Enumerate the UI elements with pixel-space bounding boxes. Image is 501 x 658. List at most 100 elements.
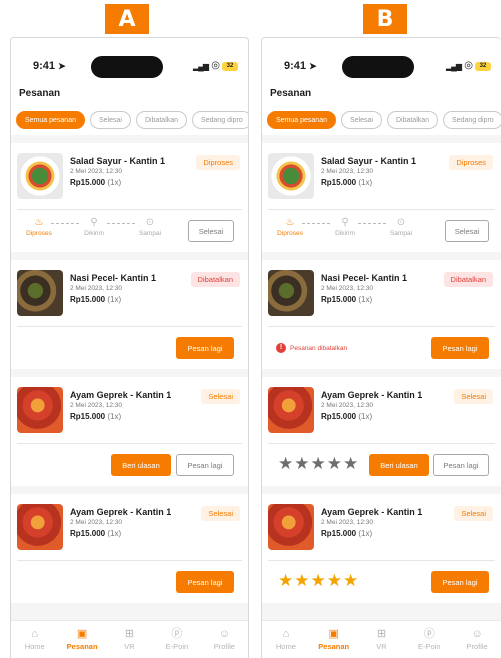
order-price: Rp15.000 (1x) — [70, 295, 122, 304]
nav-vr[interactable]: ⊞ VR — [358, 621, 406, 658]
status-badge: Dibatalkan — [443, 272, 493, 287]
order-card-salad[interactable]: Salad Sayur - Kantin 1 2 Mei 2023, 12:30… — [11, 143, 248, 252]
tab-dibatalkan[interactable]: Dibatalkan — [386, 111, 439, 129]
star-icon[interactable]: ★ — [343, 454, 358, 474]
order-price: Rp15.000 (1x) — [321, 412, 373, 421]
selesai-button[interactable]: Selesai — [188, 220, 234, 242]
pesan-lagi-button[interactable]: Pesan lagi — [176, 454, 234, 476]
tracker-step-diproses: ♨ Diproses — [19, 216, 59, 237]
status-badge: Selesai — [201, 506, 240, 521]
food-image — [17, 153, 63, 199]
variant-label-a: A — [105, 4, 149, 34]
nav-home[interactable]: ⌂ Home — [262, 621, 310, 658]
status-badge: Selesai — [454, 506, 493, 521]
pesan-lagi-button[interactable]: Pesan lagi — [176, 337, 234, 359]
navigation-arrow-icon: ➤ — [58, 61, 66, 71]
pesan-lagi-button[interactable]: Pesan lagi — [176, 571, 234, 593]
page-title: Pesanan — [19, 88, 61, 99]
order-card-ayam-geprek[interactable]: Ayam Geprek - Kantin 1 2 Mei 2023, 12:30… — [11, 494, 248, 603]
warning-icon: ! — [276, 343, 286, 353]
order-price: Rp15.000 (1x) — [321, 529, 373, 538]
dynamic-island — [342, 56, 414, 78]
battery-icon: 32 — [222, 62, 238, 71]
tracker-step-sampai: ⊙ Sampai — [381, 216, 421, 237]
selesai-button[interactable]: Selesai — [445, 220, 489, 242]
clipboard-icon: ▣ — [76, 628, 88, 640]
food-image — [268, 387, 314, 433]
location-pin-icon: ⊙ — [396, 217, 406, 228]
pesan-lagi-button[interactable]: Pesan lagi — [433, 454, 489, 476]
beri-ulasan-button[interactable]: Beri ulasan — [111, 454, 171, 476]
nav-pesanan[interactable]: ▣ Pesanan — [58, 621, 105, 658]
star-icon[interactable]: ★ — [311, 454, 326, 474]
order-card-pecel[interactable]: Nasi Pecel- Kantin 1 2 Mei 2023, 12:30 R… — [262, 260, 501, 369]
points-icon: ⓟ — [171, 628, 183, 640]
bottom-nav: ⌂ Home ▣ Pesanan ⊞ VR ⓟ E-Poin ☺ Profile — [262, 620, 501, 658]
status-time: 9:41 ➤ — [33, 60, 66, 72]
tab-selesai[interactable]: Selesai — [89, 111, 131, 129]
nav-profile[interactable]: ☺ Profile — [201, 621, 248, 658]
dynamic-island — [91, 56, 163, 78]
star-icon: ★ — [310, 571, 326, 590]
variant-label-b: B — [363, 4, 407, 34]
star-icon[interactable]: ★ — [327, 454, 342, 474]
order-card-ayam-geprek[interactable]: Ayam Geprek - Kantin 1 2 Mei 2023, 12:30… — [11, 377, 248, 486]
order-card-ayam-geprek[interactable]: Ayam Geprek - Kantin 1 2 Mei 2023, 12:30… — [262, 494, 501, 603]
location-pin-icon: ⊙ — [145, 217, 155, 228]
bottom-nav: ⌂ Home ▣ Pesanan ⊞ VR ⓟ E-Poin ☺ Profile — [11, 620, 248, 658]
cancel-note-text: Pesanan dibatalkan — [290, 344, 348, 352]
order-tracker: ♨ Diproses ⚲ Dikirim ⊙ Sampai — [19, 216, 189, 246]
tracker-step-dikirim: ⚲ Dikirim — [325, 216, 365, 237]
signal-icon: ▂▄▆ — [446, 62, 462, 71]
tab-sedang-diproses[interactable]: Sedang dipro — [443, 111, 501, 129]
pesan-lagi-button[interactable]: Pesan lagi — [431, 571, 489, 593]
tab-semua-pesanan[interactable]: Semua pesanan — [16, 111, 85, 129]
nav-profile[interactable]: ☺ Profile — [453, 621, 501, 658]
status-bar: 9:41 ➤ ▂▄▆ ◎ 32 — [11, 38, 248, 78]
star-icon: ★ — [326, 571, 342, 590]
star-rating-empty[interactable]: ★ ★ ★ ★ ★ — [278, 454, 358, 474]
nav-e-poin[interactable]: ⓟ E-Poin — [405, 621, 453, 658]
tracker-step-diproses: ♨ Diproses — [270, 216, 310, 237]
clipboard-icon: ▣ — [328, 628, 339, 640]
order-price: Rp15.000 (1x) — [70, 412, 122, 421]
food-image — [268, 270, 314, 316]
tab-semua-pesanan[interactable]: Semua pesanan — [267, 111, 336, 129]
nav-vr[interactable]: ⊞ VR — [106, 621, 153, 658]
status-time: 9:41 ➤ — [284, 60, 317, 72]
nav-pesanan[interactable]: ▣ Pesanan — [310, 621, 358, 658]
vr-headset-icon: ⊞ — [376, 628, 387, 640]
star-icon: ★ — [294, 571, 310, 590]
beri-ulasan-button[interactable]: Beri ulasan — [369, 454, 429, 476]
wifi-icon: ◎ — [464, 60, 473, 71]
header: 9:41 ➤ ▂▄▆ ◎ 32 Pesanan Semua pesanan Se… — [11, 38, 248, 135]
order-price: Rp15.000 (1x) — [321, 178, 373, 187]
tab-sedang-diproses[interactable]: Sedang dipro — [192, 111, 248, 129]
tracker-step-sampai: ⊙ Sampai — [130, 216, 170, 237]
tab-selesai[interactable]: Selesai — [340, 111, 382, 129]
order-card-ayam-geprek[interactable]: Ayam Geprek - Kantin 1 2 Mei 2023, 12:30… — [262, 377, 501, 486]
star-icon[interactable]: ★ — [294, 454, 309, 474]
status-badge: Diproses — [449, 155, 493, 170]
tracker-step-dikirim: ⚲ Dikirim — [74, 216, 114, 237]
battery-icon: 32 — [475, 62, 491, 71]
filter-tabs: Semua pesanan Selesai Dibatalkan Sedang … — [16, 111, 248, 129]
cancel-note: ! Pesanan dibatalkan — [276, 343, 347, 353]
order-card-salad[interactable]: Salad Sayur - Kantin 1 2 Mei 2023, 12:30… — [262, 143, 501, 252]
food-image — [17, 387, 63, 433]
status-bar: 9:41 ➤ ▂▄▆ ◎ 32 — [262, 38, 501, 78]
tab-dibatalkan[interactable]: Dibatalkan — [135, 111, 188, 129]
order-card-pecel[interactable]: Nasi Pecel- Kantin 1 2 Mei 2023, 12:30 R… — [11, 260, 248, 369]
navigation-arrow-icon: ➤ — [309, 61, 317, 71]
phone-screen-a: 9:41 ➤ ▂▄▆ ◎ 32 Pesanan Semua pesanan Se… — [10, 37, 249, 658]
vr-headset-icon: ⊞ — [124, 628, 135, 640]
user-icon: ☺ — [218, 628, 230, 640]
status-badge: Selesai — [454, 389, 493, 404]
food-image — [17, 504, 63, 550]
points-icon: ⓟ — [423, 628, 435, 640]
pesan-lagi-button[interactable]: Pesan lagi — [431, 337, 489, 359]
order-price: Rp15.000 (1x) — [321, 295, 373, 304]
star-icon[interactable]: ★ — [278, 454, 293, 474]
nav-home[interactable]: ⌂ Home — [11, 621, 58, 658]
nav-e-poin[interactable]: ⓟ E-Poin — [153, 621, 200, 658]
